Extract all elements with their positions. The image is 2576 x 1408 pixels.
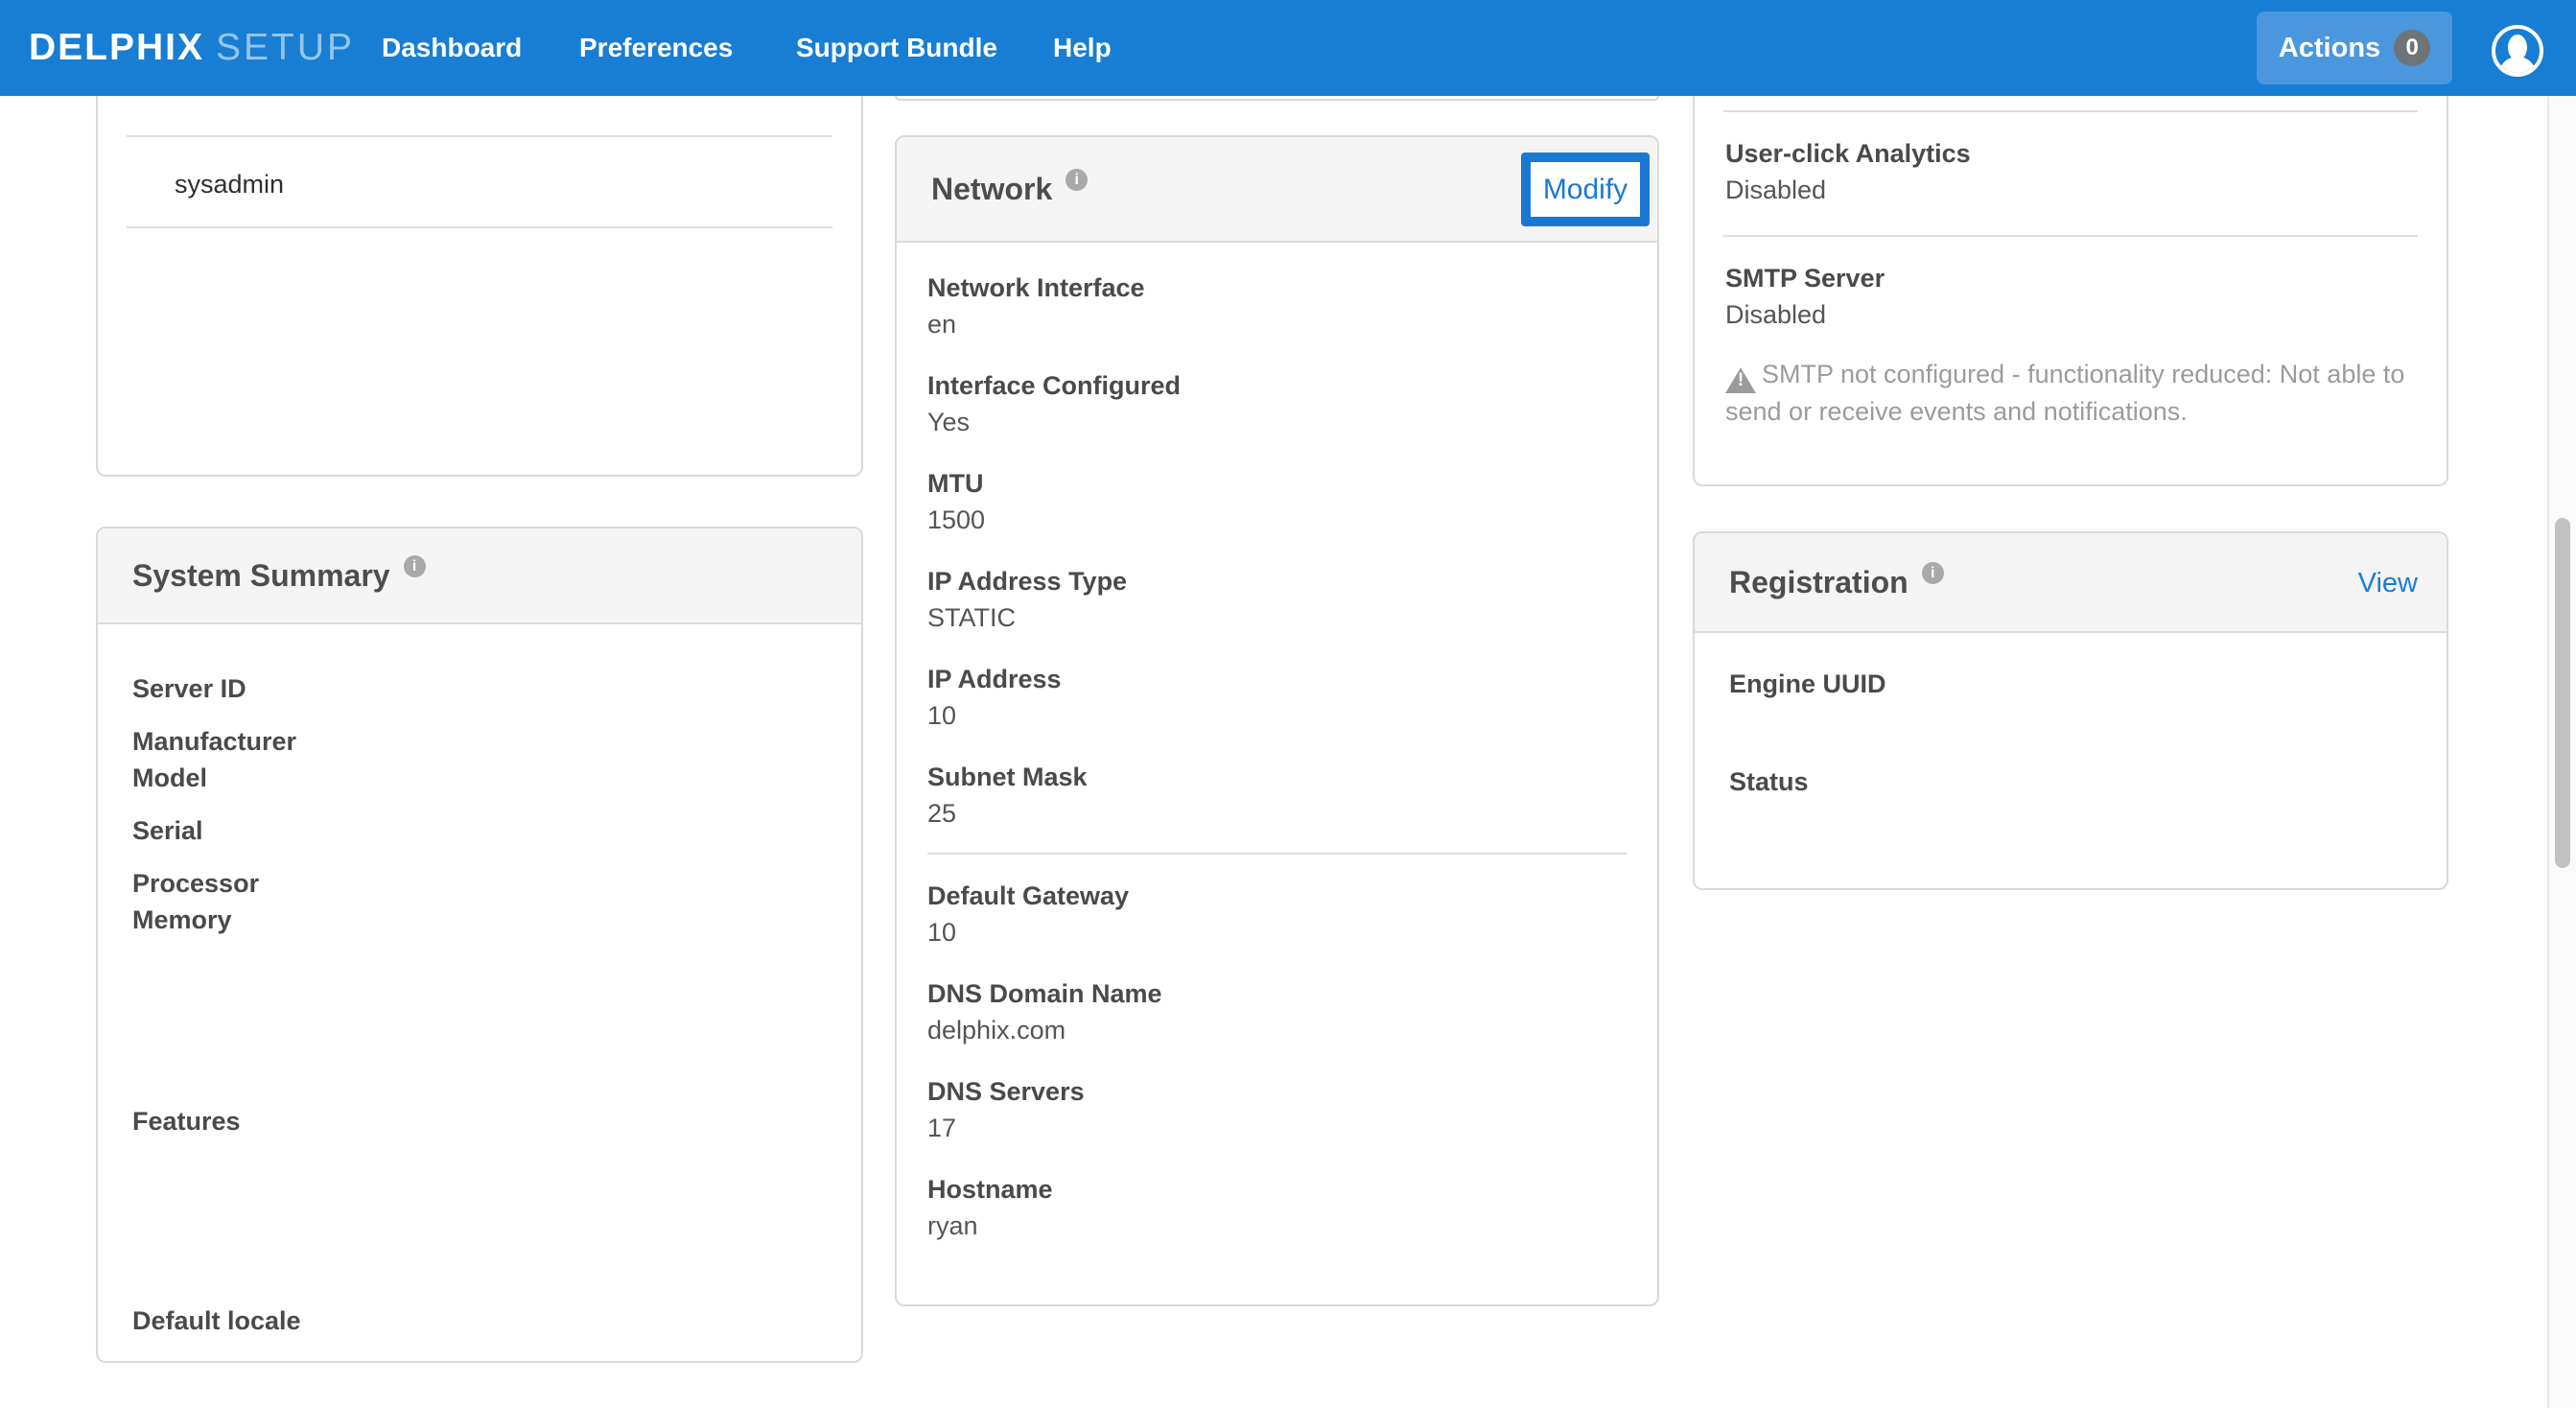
ip-address-label: IP Address xyxy=(927,661,1627,697)
session-username: sysadmin xyxy=(175,166,861,202)
warning-icon: ! xyxy=(1725,366,1756,393)
user-click-analytics-value: Disabled xyxy=(1725,172,2416,208)
page-scrollbar-thumb[interactable] xyxy=(2555,518,2570,868)
nav-item-support-bundle[interactable]: Support Bundle xyxy=(796,0,997,96)
system-summary-title: System Summary xyxy=(132,558,390,594)
manufacturer-label: Manufacturer xyxy=(132,723,827,760)
smtp-server-value: Disabled xyxy=(1725,296,2416,333)
field-ip-address: IP Address 10 xyxy=(927,661,1627,734)
registration-card: Registration i View Engine UUID Status xyxy=(1693,531,2448,890)
user-avatar-icon[interactable] xyxy=(2492,25,2543,77)
brand-logo: DELPHIX SETUP xyxy=(29,0,355,96)
nav-item-dashboard[interactable]: Dashboard xyxy=(382,0,522,96)
hostname-value: ryan xyxy=(927,1208,1627,1244)
status-label: Status xyxy=(1729,763,2412,800)
smtp-warning-message: !SMTP not configured - functionality red… xyxy=(1725,356,2416,430)
brand-setup: SETUP xyxy=(216,27,355,69)
actions-button[interactable]: Actions 0 xyxy=(2257,12,2452,84)
info-icon[interactable]: i xyxy=(404,555,426,577)
info-icon[interactable]: i xyxy=(1922,562,1944,584)
dns-servers-label: DNS Servers xyxy=(927,1073,1627,1110)
dns-domain-name-label: DNS Domain Name xyxy=(927,975,1627,1012)
server-id-label: Server ID xyxy=(132,670,827,707)
system-summary-body: Server ID Manufacturer Model Serial Proc… xyxy=(98,624,861,1339)
default-gateway-label: Default Gateway xyxy=(927,878,1627,914)
engine-uuid-label: Engine UUID xyxy=(1729,666,2412,702)
hostname-label: Hostname xyxy=(927,1171,1627,1208)
registration-header: Registration i View xyxy=(1695,533,2447,633)
field-dns-servers: DNS Servers 17 xyxy=(927,1073,1627,1146)
avatar-shoulders-shape xyxy=(2498,57,2537,77)
interface-configured-label: Interface Configured xyxy=(927,367,1627,404)
network-interface-value: en xyxy=(927,306,1627,342)
page-scrollbar-track[interactable] xyxy=(2547,96,2576,1408)
registration-title: Registration xyxy=(1729,565,1909,600)
summary-row-server-id: Server ID xyxy=(132,670,827,707)
default-locale-label: Default locale xyxy=(132,1302,827,1339)
summary-row-manufacturer-model: Manufacturer Model xyxy=(132,723,827,796)
field-dns-domain-name: DNS Domain Name delphix.com xyxy=(927,975,1627,1048)
user-click-analytics-label: User-click Analytics xyxy=(1725,135,2416,172)
system-summary-card: System Summary i Server ID Manufacturer … xyxy=(96,527,863,1363)
nav-item-help[interactable]: Help xyxy=(1053,0,1112,96)
services-card: User-click Analytics Disabled SMTP Serve… xyxy=(1693,96,2448,486)
field-smtp-server: SMTP Server Disabled xyxy=(1725,260,2416,333)
features-label: Features xyxy=(132,1103,827,1139)
session-row-divider-top xyxy=(127,135,832,137)
network-section-divider xyxy=(927,853,1627,855)
ip-address-type-value: STATIC xyxy=(927,599,1627,636)
network-card: Network i Modify Network Interface en In… xyxy=(895,135,1659,1306)
network-title: Network xyxy=(931,172,1052,207)
field-mtu: MTU 1500 xyxy=(927,465,1627,538)
registration-body: Engine UUID Status xyxy=(1695,633,2447,800)
field-default-gateway: Default Gateway 10 xyxy=(927,878,1627,950)
info-icon[interactable]: i xyxy=(1066,169,1088,191)
field-user-click-analytics: User-click Analytics Disabled xyxy=(1725,135,2416,208)
subnet-mask-label: Subnet Mask xyxy=(927,759,1627,795)
summary-row-processor-memory: Processor Memory xyxy=(132,865,827,938)
processor-label: Processor xyxy=(132,865,827,902)
top-navbar: DELPHIX SETUP Dashboard Preferences Supp… xyxy=(0,0,2576,96)
summary-row-features: Features xyxy=(132,1103,827,1139)
summary-row-default-locale: Default locale xyxy=(132,1302,827,1339)
session-row-divider-bottom xyxy=(127,226,832,228)
dns-servers-value: 17 xyxy=(927,1110,1627,1146)
services-divider-middle xyxy=(1723,235,2418,237)
nav-item-preferences[interactable]: Preferences xyxy=(579,0,733,96)
actions-count-badge: 0 xyxy=(2394,30,2430,66)
serial-label: Serial xyxy=(132,812,827,849)
registration-view-link[interactable]: View xyxy=(2358,533,2418,633)
network-body: Network Interface en Interface Configure… xyxy=(897,243,1657,1244)
sessions-card: sysadmin xyxy=(96,96,863,477)
dns-domain-name-value: delphix.com xyxy=(927,1012,1627,1048)
actions-button-label: Actions xyxy=(2279,33,2380,64)
card-fragment-above-network xyxy=(895,96,1659,101)
field-ip-address-type: IP Address Type STATIC xyxy=(927,563,1627,636)
mtu-label: MTU xyxy=(927,465,1627,502)
services-divider-top xyxy=(1723,110,2418,112)
ip-address-value: 10 xyxy=(927,697,1627,734)
smtp-warning-text: SMTP not configured - functionality redu… xyxy=(1725,360,2404,426)
memory-label: Memory xyxy=(132,902,827,938)
field-subnet-mask: Subnet Mask 25 xyxy=(927,759,1627,832)
subnet-mask-value: 25 xyxy=(927,795,1627,832)
network-modify-button[interactable]: Modify xyxy=(1521,153,1650,226)
field-network-interface: Network Interface en xyxy=(927,270,1627,342)
network-header: Network i Modify xyxy=(897,137,1657,243)
ip-address-type-label: IP Address Type xyxy=(927,563,1627,599)
network-interface-label: Network Interface xyxy=(927,270,1627,306)
field-interface-configured: Interface Configured Yes xyxy=(927,367,1627,440)
system-summary-header: System Summary i xyxy=(98,528,861,624)
summary-row-serial: Serial xyxy=(132,812,827,849)
brand-delphix: DELPHIX xyxy=(29,27,204,69)
interface-configured-value: Yes xyxy=(927,404,1627,440)
field-hostname: Hostname ryan xyxy=(927,1171,1627,1244)
default-gateway-value: 10 xyxy=(927,914,1627,950)
model-label: Model xyxy=(132,760,827,796)
smtp-server-label: SMTP Server xyxy=(1725,260,2416,296)
delphix-setup-dashboard: DELPHIX SETUP Dashboard Preferences Supp… xyxy=(0,0,2576,1408)
mtu-value: 1500 xyxy=(927,502,1627,538)
